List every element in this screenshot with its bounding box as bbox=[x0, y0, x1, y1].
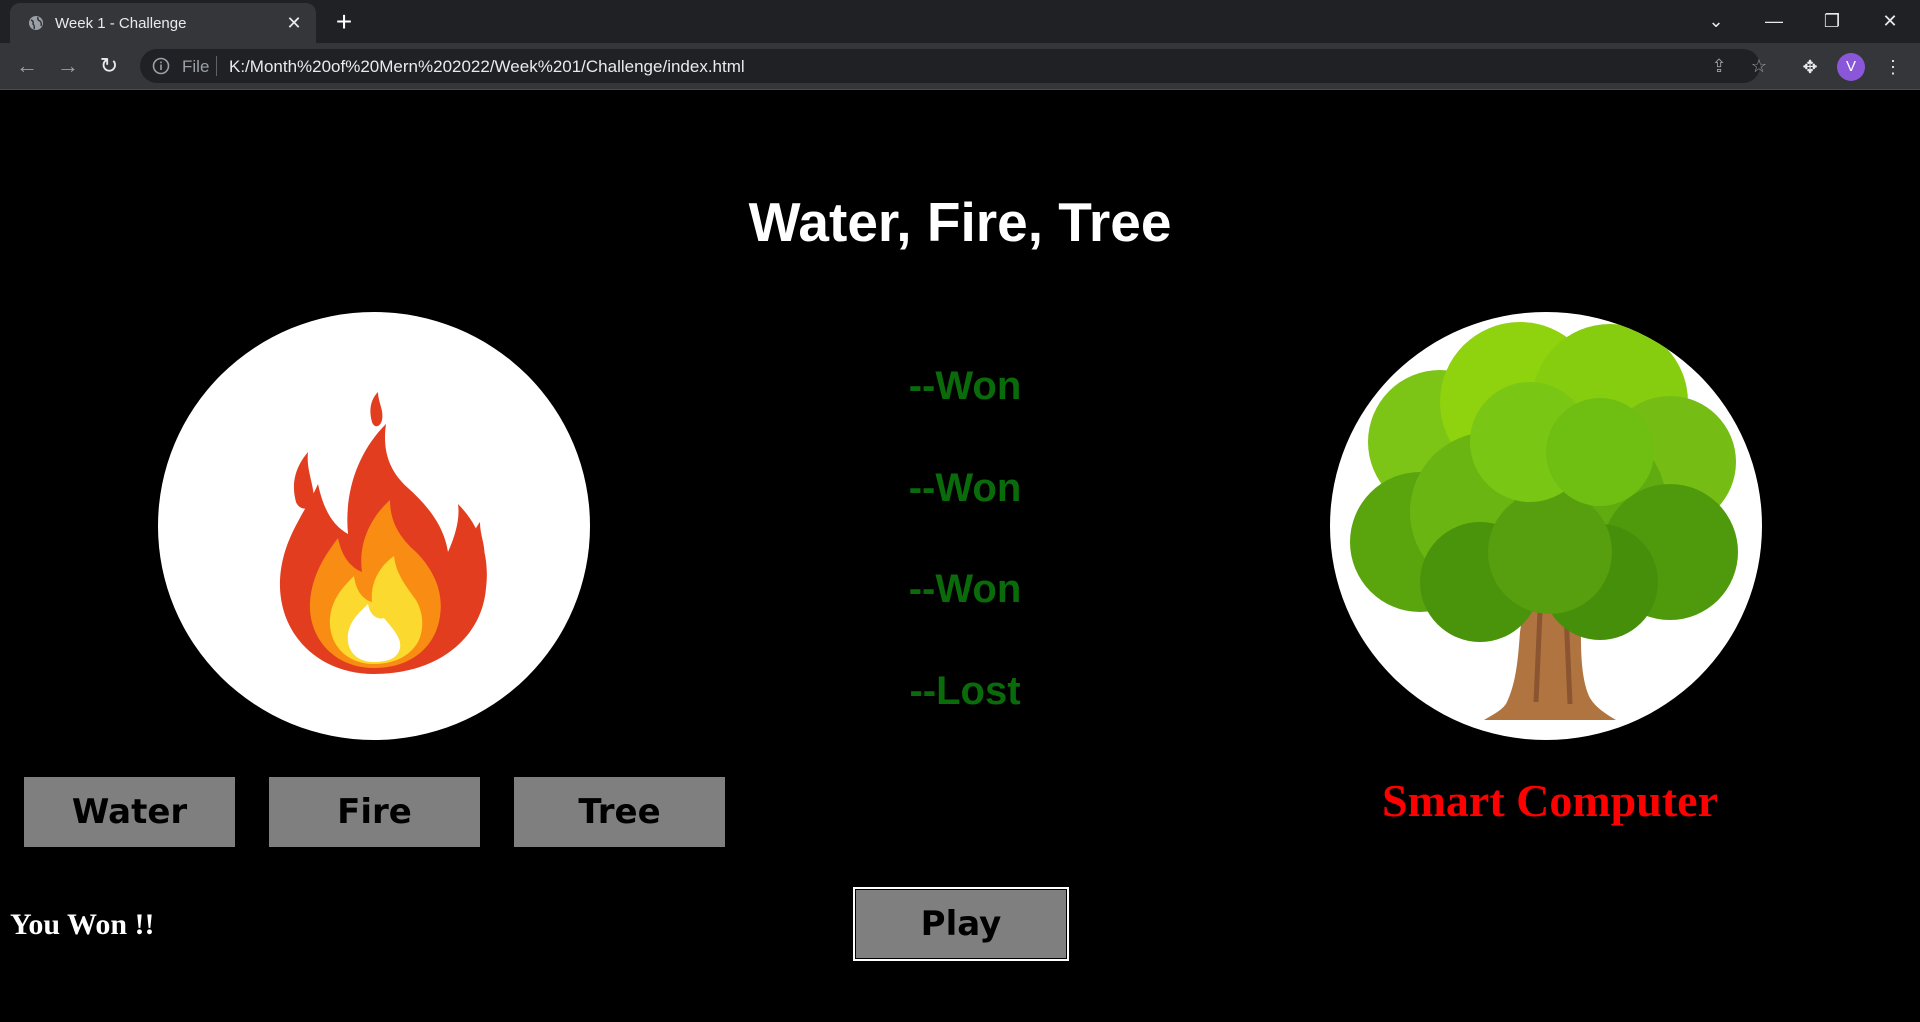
forward-icon[interactable]: → bbox=[53, 51, 83, 81]
window-close-icon[interactable]: ✕ bbox=[1870, 6, 1910, 36]
fire-button[interactable]: Fire bbox=[269, 777, 480, 847]
profile-avatar[interactable]: V bbox=[1837, 53, 1865, 81]
globe-icon bbox=[29, 16, 43, 30]
fire-icon bbox=[279, 392, 487, 674]
browser-toolbar: ← → ↻ File K:/Month%20of%20Mern%202022/W… bbox=[0, 43, 1920, 90]
bookmark-star-icon[interactable]: ☆ bbox=[1748, 55, 1770, 77]
share-icon[interactable]: ⇪ bbox=[1708, 55, 1730, 77]
address-bar[interactable]: File K:/Month%20of%20Mern%202022/Week%20… bbox=[140, 49, 1767, 83]
omnibox-divider bbox=[216, 56, 217, 76]
info-icon[interactable] bbox=[152, 57, 170, 75]
computer-choice-image bbox=[1330, 312, 1762, 740]
result-4: --Lost bbox=[909, 669, 1021, 713]
url-text[interactable]: K:/Month%20of%20Mern%202022/Week%201/Cha… bbox=[229, 57, 745, 77]
browser-tab[interactable]: Week 1 - Challenge ✕ bbox=[10, 3, 316, 43]
result-3: --Won bbox=[908, 567, 1022, 611]
tab-strip: Week 1 - Challenge ✕ + ⌄ — ❐ ✕ bbox=[0, 0, 1920, 43]
minimize-icon[interactable]: — bbox=[1754, 6, 1794, 36]
new-tab-button[interactable]: + bbox=[330, 8, 358, 37]
tab-close-icon[interactable]: ✕ bbox=[282, 11, 306, 35]
play-button[interactable]: Play bbox=[853, 887, 1069, 961]
tab-title: Week 1 - Challenge bbox=[55, 15, 187, 32]
player-choice-image bbox=[158, 312, 590, 740]
tree-icon bbox=[1350, 322, 1738, 720]
back-icon[interactable]: ← bbox=[12, 51, 42, 81]
reload-icon[interactable]: ↻ bbox=[94, 51, 124, 81]
tree-button[interactable]: Tree bbox=[514, 777, 725, 847]
water-button[interactable]: Water bbox=[24, 777, 235, 847]
result-2: --Won bbox=[908, 466, 1022, 510]
page-title: Water, Fire, Tree bbox=[748, 191, 1172, 253]
file-label: File bbox=[182, 57, 210, 76]
restore-icon[interactable]: ❐ bbox=[1812, 6, 1852, 36]
computer-label: Smart Computer bbox=[1382, 775, 1718, 826]
menu-icon[interactable]: ⋮ bbox=[1880, 54, 1906, 80]
extensions-icon[interactable]: ✥ bbox=[1797, 54, 1823, 80]
tab-search-icon[interactable]: ⌄ bbox=[1696, 6, 1736, 36]
result-1: --Won bbox=[908, 364, 1022, 408]
game-status: You Won !! bbox=[10, 908, 155, 941]
